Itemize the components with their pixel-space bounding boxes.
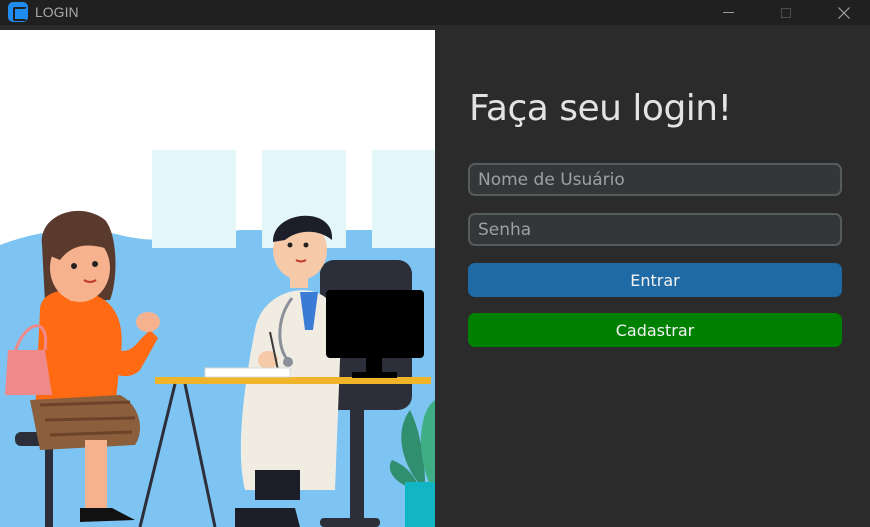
username-field[interactable] [468,163,842,196]
close-button[interactable] [821,0,867,25]
title-bar[interactable]: LOGIN [0,0,870,25]
monitor [326,290,424,358]
minimize-button[interactable] [705,0,751,25]
desk [155,377,431,384]
login-panel: Faça seu login! Entrar Cadastrar [436,30,870,527]
maximize-icon [781,7,791,18]
app-logo-icon [8,2,28,22]
maximize-button[interactable] [763,0,809,25]
login-title: Faça seu login! [469,88,732,129]
window-title: LOGIN [35,4,79,20]
doctor-consultation-illustration [0,150,435,527]
register-button[interactable]: Cadastrar [468,313,842,347]
password-field[interactable] [468,213,842,246]
illustration-panel [0,30,435,527]
minimize-icon [722,12,734,13]
window-pane-3 [372,150,435,248]
login-window: LOGIN Faça seu login! Nome de Usuário En… [0,0,870,527]
close-icon [838,6,850,19]
plant-pot [405,482,435,527]
login-button[interactable]: Entrar [468,263,842,297]
window-pane-1 [152,150,236,248]
